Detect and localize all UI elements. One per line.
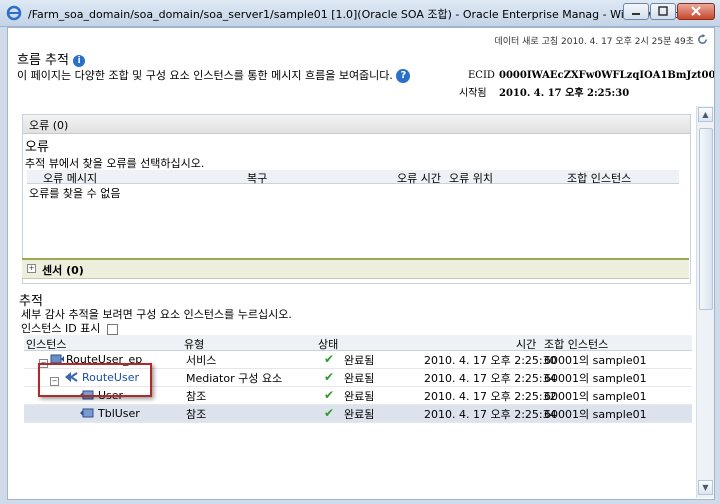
col-fault-message[interactable]: 오류 메시지: [43, 170, 97, 186]
col-fault-location[interactable]: 오류 위치: [449, 170, 493, 186]
faults-empty-text: 오류를 찾을 수 없음: [29, 187, 121, 200]
expand-icon[interactable]: +: [27, 264, 36, 273]
page-content: 데이터 새로 고침 2010. 4. 17 오후 2시 25분 49초 흐름 추…: [7, 27, 715, 500]
instance-composite: 60001의 sample01: [544, 372, 647, 385]
faults-panel-header[interactable]: 오류 (0): [23, 115, 690, 134]
instance-status: 완료됨: [344, 372, 375, 385]
col-composite[interactable]: 조합 인스턴스: [544, 336, 608, 352]
window-title: /Farm_soa_domain/soa_domain/soa_server1/…: [28, 8, 695, 21]
col-recovery[interactable]: 복구: [247, 170, 267, 186]
started-value: 2010. 4. 17 오후 2:25:30: [499, 88, 630, 99]
instance-composite: 60001의 sample01: [544, 408, 647, 421]
scroll-thumb[interactable]: [699, 128, 713, 310]
trace-grid-header: 인스턴스 유형 상태 시간 조합 인스턴스: [24, 335, 692, 351]
instance-time: 2010. 4. 17 오후 2:25:34: [424, 372, 557, 385]
maximize-button[interactable]: [650, 3, 676, 20]
sensors-panel-title: 센서 (0): [42, 264, 84, 277]
instance-type: 참조: [186, 408, 207, 421]
col-type[interactable]: 유형: [184, 336, 204, 352]
col-composite-instance[interactable]: 조합 인스턴스: [567, 170, 631, 186]
instance-type: 참조: [186, 390, 207, 403]
highlight-callout: [38, 363, 152, 397]
page-title: 흐름 추적: [17, 53, 69, 68]
col-fault-time[interactable]: 오류 시간: [397, 170, 441, 186]
close-icon: [691, 6, 701, 16]
instance-name: TblUser: [98, 407, 140, 420]
instance-time: 2010. 4. 17 오후 2:25:34: [424, 408, 557, 421]
window-titlebar: /Farm_soa_domain/soa_domain/soa_server1/…: [0, 0, 720, 27]
scroll-up-button[interactable]: ▲: [698, 107, 713, 122]
started-label: 시작됨: [459, 88, 487, 99]
instance-status: 완료됨: [344, 408, 375, 421]
show-instance-id-label: 인스턴스 ID 표시: [21, 322, 101, 335]
ecid-value: 0000IWAEcZXFw0WFLzqIOA1BmJzt00002j: [499, 70, 715, 81]
page-info-icon[interactable]: i: [73, 54, 86, 67]
col-instance[interactable]: 인스턴스: [26, 336, 66, 352]
instance-status: 완료됨: [344, 390, 375, 403]
close-button[interactable]: [677, 3, 715, 20]
col-status[interactable]: 상태: [318, 336, 338, 352]
check-icon: ✔: [324, 388, 335, 402]
ecid-label: ECID: [468, 70, 495, 81]
vertical-scrollbar[interactable]: ▲ ▼: [696, 106, 714, 498]
refresh-icon[interactable]: [697, 34, 708, 45]
show-instance-id-checkbox[interactable]: [106, 323, 118, 335]
instance-type: Mediator 구성 요소: [186, 372, 283, 385]
instance-composite: 60001의 sample01: [544, 390, 647, 403]
page-header: 데이터 새로 고침 2010. 4. 17 오후 2시 25분 49초 흐름 추…: [8, 28, 714, 103]
faults-instruction: 추적 뷰에서 찾을 오류를 선택하십시오.: [25, 157, 205, 170]
table-row[interactable]: TblUser 참조 ✔ 완료됨 2010. 4. 17 오후 2:25:34 …: [24, 405, 692, 423]
reference-icon: [80, 408, 94, 418]
maximize-icon: [658, 6, 668, 16]
refresh-info: 데이터 새로 고침 2010. 4. 17 오후 2시 25분 49초: [494, 34, 694, 47]
minimize-button[interactable]: [623, 3, 649, 20]
instance-type: 서비스: [186, 354, 217, 367]
instance-time: 2010. 4. 17 오후 2:25:30: [424, 354, 557, 367]
col-time[interactable]: 시간: [516, 336, 536, 352]
minimize-icon: [632, 13, 640, 15]
scroll-down-button[interactable]: ▼: [698, 480, 713, 495]
refresh-text: 데이터 새로 고침 2010. 4. 17 오후 2시 25분 49초: [494, 37, 694, 47]
check-icon: ✔: [324, 406, 335, 420]
check-icon: ✔: [324, 370, 335, 384]
faults-grid-header: 오류 메시지 복구 오류 시간 오류 위치 조합 인스턴스: [27, 170, 679, 186]
page-description-wrap: 이 페이지는 다양한 조합 및 구성 요소 인스턴스를 통한 메시지 흐름을 보…: [17, 67, 411, 83]
faults-panel-title: 오류 (0): [29, 119, 69, 132]
instance-composite: 60001의 sample01: [544, 354, 647, 367]
page-description: 이 페이지는 다양한 조합 및 구성 요소 인스턴스를 통한 메시지 흐름을 보…: [17, 69, 393, 82]
show-instance-id-wrap: 인스턴스 ID 표시: [21, 320, 118, 336]
page-title-wrap: 흐름 추적 i: [17, 49, 86, 68]
instance-time: 2010. 4. 17 오후 2:25:32: [424, 390, 557, 403]
help-icon[interactable]: ?: [396, 69, 411, 83]
sensors-panel-header[interactable]: + 센서 (0): [22, 258, 689, 279]
internet-explorer-icon: [6, 5, 22, 21]
faults-section-title: 오류: [25, 140, 49, 155]
instance-status: 완료됨: [344, 354, 375, 367]
check-icon: ✔: [324, 352, 335, 366]
